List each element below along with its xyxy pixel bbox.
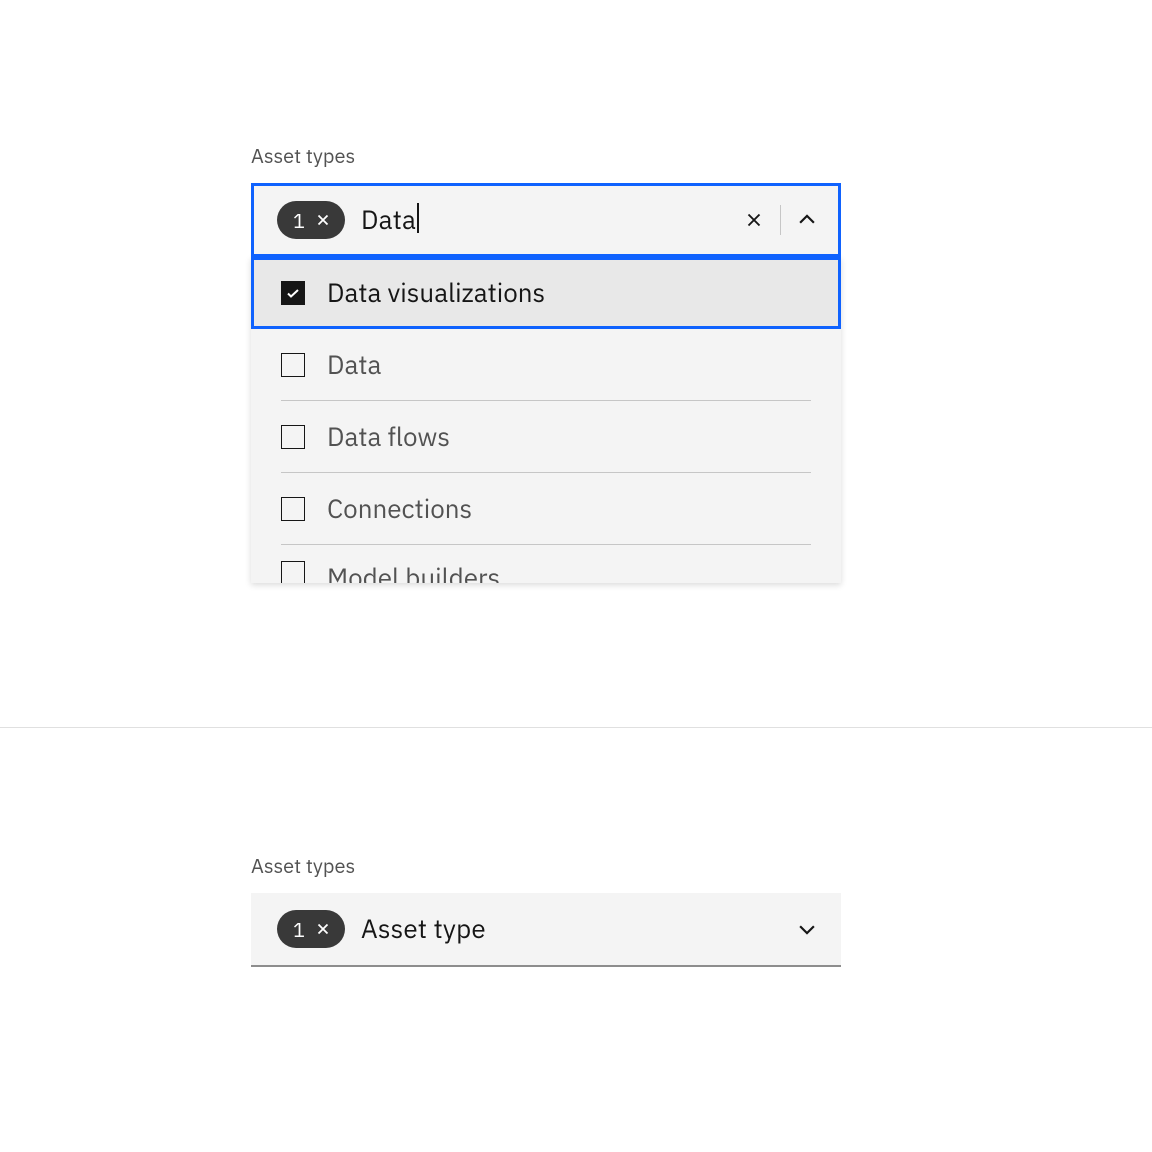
field-label: Asset types	[251, 142, 841, 169]
chevron-down-icon[interactable]	[787, 909, 827, 949]
multiselect-open-section: Asset types 1 Data Data visualization	[251, 142, 841, 583]
control-divider	[780, 205, 781, 235]
option-data[interactable]: Data	[251, 329, 841, 401]
checkbox-unchecked-icon	[281, 425, 305, 449]
chevron-up-icon[interactable]	[787, 200, 827, 240]
options-listbox: Data visualizations Data Data flows Conn…	[251, 257, 841, 583]
option-connections[interactable]: Connections	[251, 473, 841, 545]
clear-tag-icon[interactable]	[313, 210, 333, 230]
option-data-visualizations[interactable]: Data visualizations	[251, 257, 841, 329]
checkbox-unchecked-icon	[281, 497, 305, 521]
section-divider	[0, 727, 1152, 728]
option-label: Data	[327, 348, 381, 382]
option-data-flows[interactable]: Data flows	[251, 401, 841, 473]
option-label: Connections	[327, 492, 472, 526]
text-cursor	[417, 203, 419, 233]
option-label: Data visualizations	[327, 276, 545, 310]
checkbox-unchecked-icon	[281, 561, 305, 583]
filter-input[interactable]: Data	[361, 203, 734, 237]
option-label: Data flows	[327, 420, 450, 454]
multiselect-combobox-closed[interactable]: 1 Asset type	[251, 893, 841, 967]
filter-input-value: Data	[361, 203, 416, 237]
selected-count-tag[interactable]: 1	[277, 201, 345, 239]
option-model-builders[interactable]: Model builders	[251, 545, 841, 583]
checkbox-checked-icon	[281, 281, 305, 305]
multiselect-combobox-open[interactable]: 1 Data	[251, 183, 841, 257]
field-label: Asset types	[251, 852, 841, 879]
combobox-controls	[787, 909, 827, 949]
tag-count: 1	[293, 207, 305, 234]
option-label: Model builders	[327, 561, 500, 583]
checkbox-unchecked-icon	[281, 353, 305, 377]
combobox-placeholder: Asset type	[361, 912, 787, 946]
combobox-controls	[734, 200, 827, 240]
multiselect-closed-section: Asset types 1 Asset type	[251, 852, 841, 967]
clear-input-button[interactable]	[734, 200, 774, 240]
tag-count: 1	[293, 916, 305, 943]
selected-count-tag[interactable]: 1	[277, 910, 345, 948]
clear-tag-icon[interactable]	[313, 919, 333, 939]
